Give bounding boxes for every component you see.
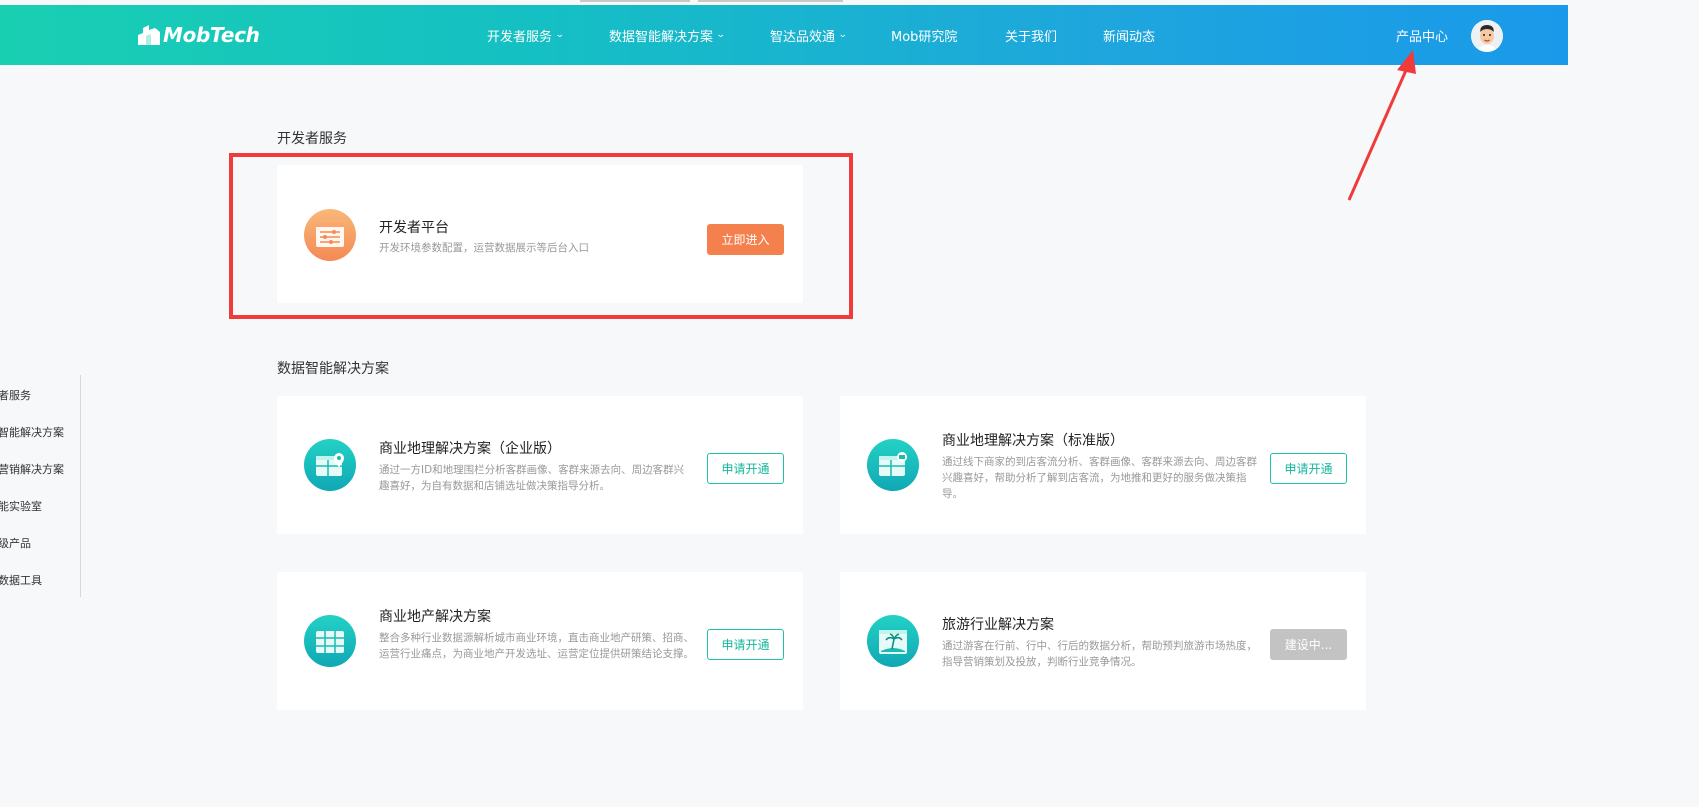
nav-about-us[interactable]: 关于我们 [1005, 5, 1057, 65]
apply-activation-button[interactable]: 申请开通 [707, 453, 784, 484]
browser-tab-fragment [580, 0, 690, 2]
user-avatar[interactable] [1471, 20, 1503, 52]
mobtech-logo[interactable]: MobTech [137, 23, 260, 47]
card-description: 通过一方ID和地理围栏分析客群画像、客群来源去向、周边客群兴趣喜好，为自有数据和… [379, 464, 685, 492]
nav-item-label: 智达品效通 [770, 29, 836, 45]
card-description: 整合多种行业数据源解析城市商业环境，直击商业地产研策、招商、运营行业痛点，为商业… [379, 632, 694, 660]
sidebar-item-lab[interactable]: 能实验室 [0, 498, 42, 514]
nav-item-label: Mob研究院 [891, 29, 958, 45]
sidebar-item-data-tools[interactable]: 数据工具 [0, 572, 42, 588]
apply-activation-button[interactable]: 申请开通 [707, 629, 784, 660]
avatar-face-icon [1471, 20, 1503, 52]
nav-news[interactable]: 新闻动态 [1103, 5, 1155, 65]
browser-tab-fragment [698, 0, 843, 2]
logo-icon [138, 25, 160, 45]
card-title: 商业地理解决方案（企业版） [379, 441, 561, 457]
grid-building-icon [304, 615, 356, 667]
nav-item-label: 关于我们 [1005, 29, 1058, 45]
apply-activation-button[interactable]: 申请开通 [1270, 453, 1347, 484]
chevron-down-icon: ⌄ [837, 30, 848, 40]
card-title: 商业地产解决方案 [379, 609, 491, 625]
nav-zhida[interactable]: 智达品效通 ⌄ [770, 5, 848, 65]
card-commercial-geo-standard: 商业地理解决方案（标准版） 通过线下商家的到店客流分析、客群画像、客群来源去向、… [840, 396, 1366, 534]
section-title-data-intelligence: 数据智能解决方案 [277, 361, 389, 377]
sidebar-item-marketing-solutions[interactable]: 营销解决方案 [0, 461, 64, 477]
map-store-icon [867, 439, 919, 491]
card-title: 商业地理解决方案（标准版） [942, 433, 1124, 449]
card-title: 旅游行业解决方案 [942, 617, 1054, 633]
sidebar-item-data-intelligence[interactable]: 智能解决方案 [0, 424, 64, 440]
nav-item-label: 开发者服务 [487, 29, 553, 45]
card-tourism-industry: 旅游行业解决方案 通过游客在行前、行中、行后的数据分析，帮助预判旅游市场热度，指… [840, 572, 1366, 710]
nav-mob-research[interactable]: Mob研究院 [891, 5, 957, 65]
nav-item-label: 新闻动态 [1103, 29, 1156, 45]
map-pin-icon [304, 439, 356, 491]
nav-item-label: 数据智能解决方案 [609, 29, 714, 45]
sidebar-item-products[interactable]: 级产品 [0, 535, 31, 551]
card-description: 通过线下商家的到店客流分析、客群画像、客群来源去向、周边客群兴趣喜好，帮助分析了… [942, 456, 1257, 500]
card-commercial-geo-enterprise: 商业地理解决方案（企业版） 通过一方ID和地理围栏分析客群画像、客群来源去向、周… [277, 396, 803, 534]
logo-text: MobTech [163, 23, 260, 47]
card-commercial-real-estate: 商业地产解决方案 整合多种行业数据源解析城市商业环境，直击商业地产研策、招商、运… [277, 572, 803, 710]
under-construction-button: 建设中... [1270, 629, 1347, 660]
sidebar-item-developer-services[interactable]: 者服务 [0, 387, 31, 403]
card-description: 通过游客在行前、行中、行后的数据分析，帮助预判旅游市场热度，指导营销策划及投放，… [942, 640, 1257, 668]
category-sidebar: 者服务 智能解决方案 营销解决方案 能实验室 级产品 数据工具 [0, 375, 81, 597]
nav-item-label: 产品中心 [1396, 29, 1449, 45]
nav-data-intelligence[interactable]: 数据智能解决方案 ⌄ [609, 5, 726, 65]
chevron-down-icon: ⌄ [715, 30, 726, 40]
section-title-developer-services: 开发者服务 [277, 131, 347, 147]
nav-product-center[interactable]: 产品中心 [1396, 5, 1448, 65]
highlight-box-annotation [229, 153, 853, 319]
nav-developer-services[interactable]: 开发者服务 ⌄ [487, 5, 565, 65]
island-palm-icon [867, 615, 919, 667]
chevron-down-icon: ⌄ [554, 30, 565, 40]
top-navigation-bar: MobTech 开发者服务 ⌄ 数据智能解决方案 ⌄ 智达品效通 ⌄ Mob研究… [0, 5, 1568, 65]
